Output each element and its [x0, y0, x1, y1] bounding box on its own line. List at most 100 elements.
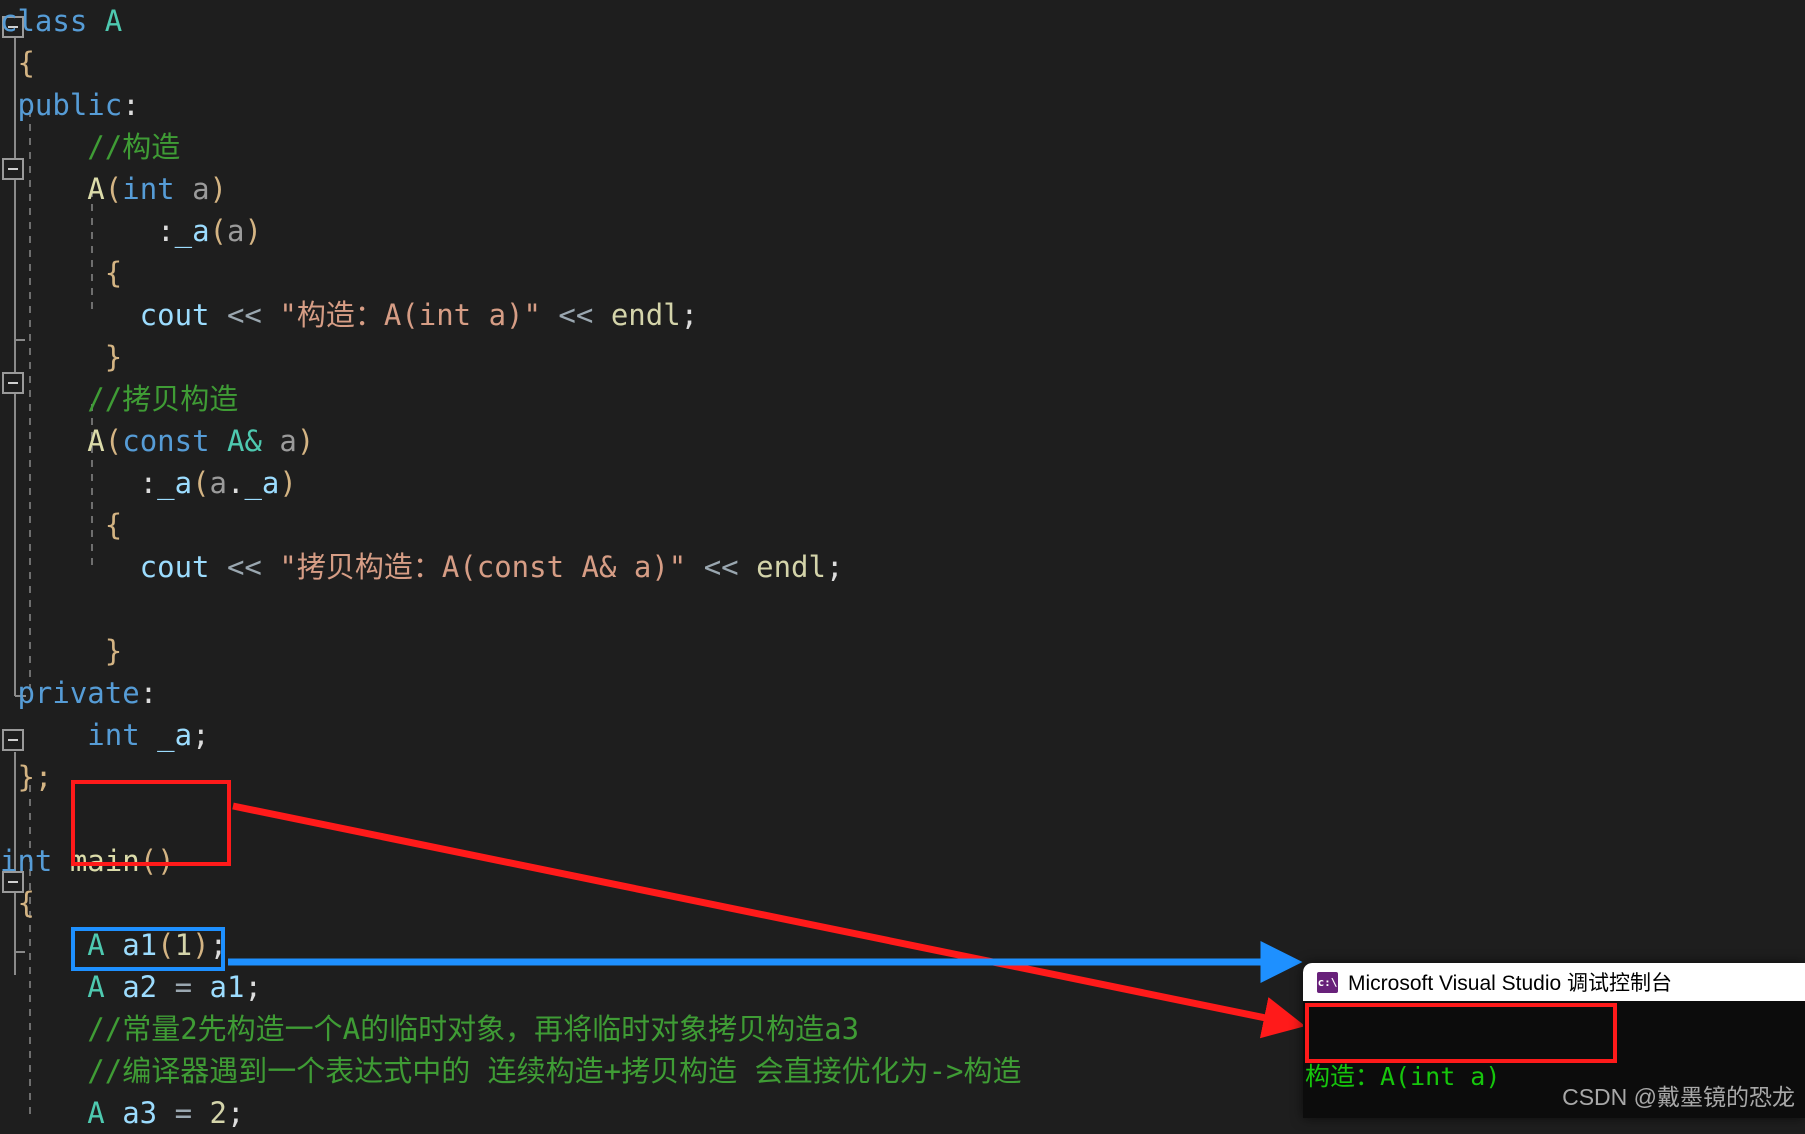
code-token: }; — [0, 760, 53, 794]
code-line[interactable]: { — [0, 504, 1022, 546]
code-token: } — [0, 340, 123, 374]
code-token: : — [0, 466, 158, 500]
code-token: = — [157, 970, 210, 1004]
code-token: { — [0, 256, 123, 290]
code-line[interactable]: private: — [0, 672, 1022, 714]
code-token: ( — [104, 424, 123, 458]
code-line[interactable]: :_a(a) — [0, 210, 1022, 252]
code-line[interactable]: cout << "构造：A(int a)" << endl; — [0, 294, 1022, 336]
code-token: << — [209, 550, 280, 584]
code-token: A — [0, 424, 105, 458]
code-token: cout — [0, 550, 210, 584]
code-line[interactable]: int main() — [0, 840, 1022, 882]
code-token: = — [157, 1096, 210, 1130]
code-token: _a — [174, 214, 210, 248]
code-token: ) — [209, 172, 228, 206]
code-token: public — [0, 88, 123, 122]
code-token: << — [209, 298, 280, 332]
code-token: ; — [825, 550, 844, 584]
code-line[interactable]: A(const A& a) — [0, 420, 1022, 462]
code-token: ( — [104, 172, 123, 206]
code-token: //构造 — [0, 130, 181, 164]
code-token: { — [0, 886, 35, 920]
csdn-watermark: CSDN @戴墨镜的恐龙 — [1562, 1084, 1795, 1110]
code-token: ; — [192, 718, 210, 752]
code-token: cout — [0, 298, 210, 332]
code-token: a — [209, 466, 227, 500]
code-token: _a — [139, 718, 193, 752]
code-token: a2 — [104, 970, 158, 1004]
code-token: : — [0, 214, 175, 248]
code-token: endl — [756, 550, 826, 584]
code-token: ) — [244, 214, 262, 248]
code-line[interactable]: //拷贝构造 — [0, 378, 1022, 420]
code-line[interactable]: { — [0, 882, 1022, 924]
code-line[interactable]: cout << "拷贝构造：A(const A& a)" << endl; — [0, 546, 1022, 588]
code-token: ( — [192, 466, 210, 500]
code-token: //拷贝构造 — [0, 382, 239, 416]
code-token: ; — [209, 928, 228, 962]
code-line[interactable]: }; — [0, 756, 1022, 798]
code-token: //常量2先构造一个A的临时对象，再将临时对象拷贝构造a3 — [0, 1012, 860, 1046]
code-line[interactable]: A a2 = a1; — [0, 966, 1022, 1008]
code-line[interactable]: int _a; — [0, 714, 1022, 756]
code-token: 2 — [209, 1096, 228, 1130]
code-token: ) — [192, 928, 210, 962]
code-token: "构造：A(int a)" — [279, 298, 541, 332]
code-token: 1 — [174, 928, 193, 962]
code-token: a — [174, 172, 210, 206]
code-token: class — [0, 4, 105, 38]
code-line[interactable] — [0, 798, 1022, 840]
code-line[interactable]: :_a(a._a) — [0, 462, 1022, 504]
code-token: int — [0, 844, 53, 878]
code-token: & — [244, 424, 262, 458]
code-token: A — [104, 4, 123, 38]
code-token: a — [227, 214, 245, 248]
code-line[interactable]: //构造 — [0, 126, 1022, 168]
code-token: a — [261, 424, 297, 458]
code-line[interactable]: { — [0, 252, 1022, 294]
code-token: : — [122, 88, 140, 122]
code-token: a3 — [104, 1096, 158, 1130]
code-line[interactable]: A a3 = 2; — [0, 1092, 1022, 1134]
cmd-console-icon: c:\ — [1317, 971, 1338, 993]
code-line[interactable]: A a1(1); — [0, 924, 1022, 966]
code-line[interactable]: public: — [0, 84, 1022, 126]
code-token: ; — [227, 1096, 245, 1130]
code-token: ) — [279, 466, 297, 500]
code-token: << — [540, 298, 611, 332]
code-line[interactable]: class A — [0, 0, 1022, 42]
code-line[interactable]: } — [0, 336, 1022, 378]
code-line[interactable]: //常量2先构造一个A的临时对象，再将临时对象拷贝构造a3 — [0, 1008, 1022, 1050]
console-window-title: Microsoft Visual Studio 调试控制台 — [1348, 972, 1673, 995]
code-line[interactable] — [0, 588, 1022, 630]
code-token: : — [139, 676, 158, 710]
code-token: private — [0, 676, 140, 710]
code-line[interactable]: } — [0, 630, 1022, 672]
code-token: "拷贝构造：A(const A& a)" — [279, 550, 687, 584]
code-token: a1 — [104, 928, 158, 962]
code-token: () — [139, 844, 175, 878]
code-line[interactable]: { — [0, 42, 1022, 84]
code-token: int — [0, 718, 140, 752]
code-token: A — [0, 928, 105, 962]
console-titlebar[interactable]: c:\ Microsoft Visual Studio 调试控制台 — [1303, 963, 1805, 1001]
code-text-area[interactable]: class A { public: //构造 A(int a) :_a(a) {… — [0, 0, 1022, 1134]
code-token: A — [0, 172, 105, 206]
code-token: ; — [244, 970, 262, 1004]
code-token: a1 — [209, 970, 245, 1004]
code-token: ( — [209, 214, 227, 248]
code-token: ; — [680, 298, 699, 332]
code-token: const — [122, 424, 210, 458]
code-token: ( — [157, 928, 175, 962]
code-token: A — [0, 1096, 105, 1130]
code-token: A — [227, 424, 245, 458]
code-token: _a — [157, 466, 193, 500]
code-token: { — [0, 508, 123, 542]
code-line[interactable]: A(int a) — [0, 168, 1022, 210]
code-line[interactable]: //编译器遇到一个表达式中的 连续构造+拷贝构造 会直接优化为->构造 — [0, 1050, 1021, 1092]
code-token: main — [52, 844, 140, 878]
code-editor[interactable]: class A { public: //构造 A(int a) :_a(a) {… — [0, 0, 1805, 1130]
code-token: . — [227, 466, 245, 500]
